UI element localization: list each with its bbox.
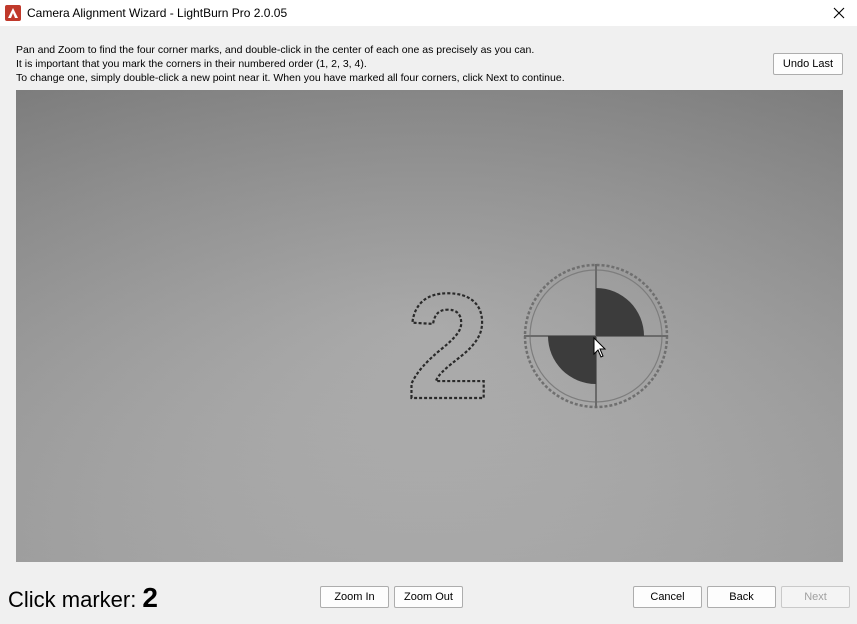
- next-button[interactable]: Next: [781, 586, 850, 608]
- camera-alignment-wizard-window: Camera Alignment Wizard - LightBurn Pro …: [0, 0, 857, 624]
- instruction-line-3: To change one, simply double-click a new…: [16, 72, 565, 84]
- cancel-button[interactable]: Cancel: [633, 586, 702, 608]
- lightburn-logo-icon: [5, 5, 21, 21]
- click-marker-status: Click marker: 2: [8, 582, 158, 614]
- undo-last-button[interactable]: Undo Last: [773, 53, 843, 75]
- instructions-text: Pan and Zoom to find the four corner mar…: [16, 43, 565, 85]
- click-marker-label: Click marker:: [8, 587, 137, 612]
- zoom-out-button[interactable]: Zoom Out: [394, 586, 463, 608]
- close-icon: [833, 7, 845, 19]
- click-marker-number: 2: [142, 582, 158, 613]
- close-button[interactable]: [821, 0, 857, 26]
- back-button[interactable]: Back: [707, 586, 776, 608]
- camera-view[interactable]: 2: [16, 90, 843, 562]
- camera-image: 2: [16, 90, 843, 562]
- marker-number: 2: [406, 262, 489, 430]
- zoom-in-button[interactable]: Zoom In: [320, 586, 389, 608]
- instruction-line-2: It is important that you mark the corner…: [16, 58, 367, 70]
- title-bar: Camera Alignment Wizard - LightBurn Pro …: [0, 0, 857, 26]
- instruction-line-1: Pan and Zoom to find the four corner mar…: [16, 44, 535, 56]
- window-title: Camera Alignment Wizard - LightBurn Pro …: [27, 6, 288, 20]
